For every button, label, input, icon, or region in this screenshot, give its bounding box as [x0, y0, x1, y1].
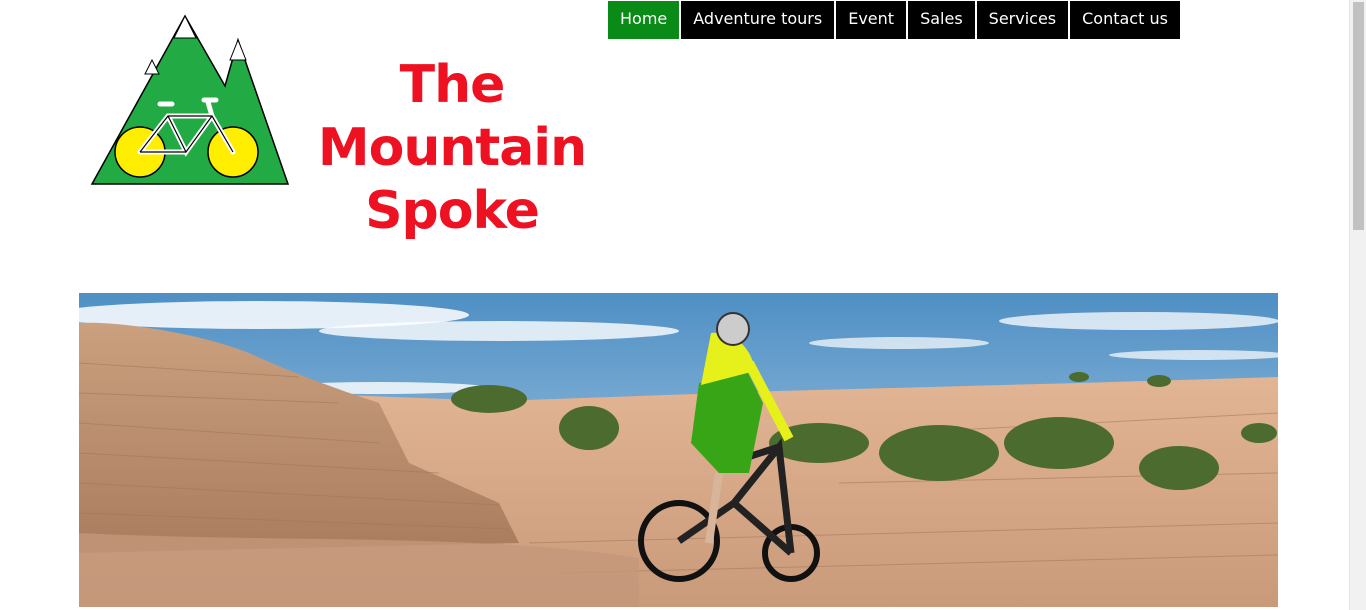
page-scrollbar[interactable]	[1349, 0, 1366, 610]
hero-image	[79, 293, 1278, 607]
nav-item-services[interactable]: Services	[976, 1, 1069, 39]
nav-item-sales[interactable]: Sales	[908, 1, 975, 39]
site-title-line-1: The	[399, 55, 506, 115]
nav-item-contact-us[interactable]: Contact us	[1070, 1, 1180, 39]
site-logo[interactable]	[90, 12, 290, 188]
site-title-line-2: Mountain	[317, 118, 587, 178]
site-title-line-3: Spoke	[365, 181, 540, 241]
scrollbar-thumb[interactable]	[1353, 2, 1364, 230]
mountain-biker-hero-image	[79, 293, 1278, 607]
mountain-bike-logo-icon	[90, 14, 290, 185]
nav-item-home[interactable]: Home	[608, 1, 680, 39]
nav-item-adventure-tours[interactable]: Adventure tours	[681, 1, 835, 39]
main-nav: Home Adventure tours Event Sales Service…	[608, 1, 1180, 39]
nav-item-event[interactable]: Event	[836, 1, 907, 39]
site-title[interactable]: The Mountain Spoke	[312, 54, 592, 243]
